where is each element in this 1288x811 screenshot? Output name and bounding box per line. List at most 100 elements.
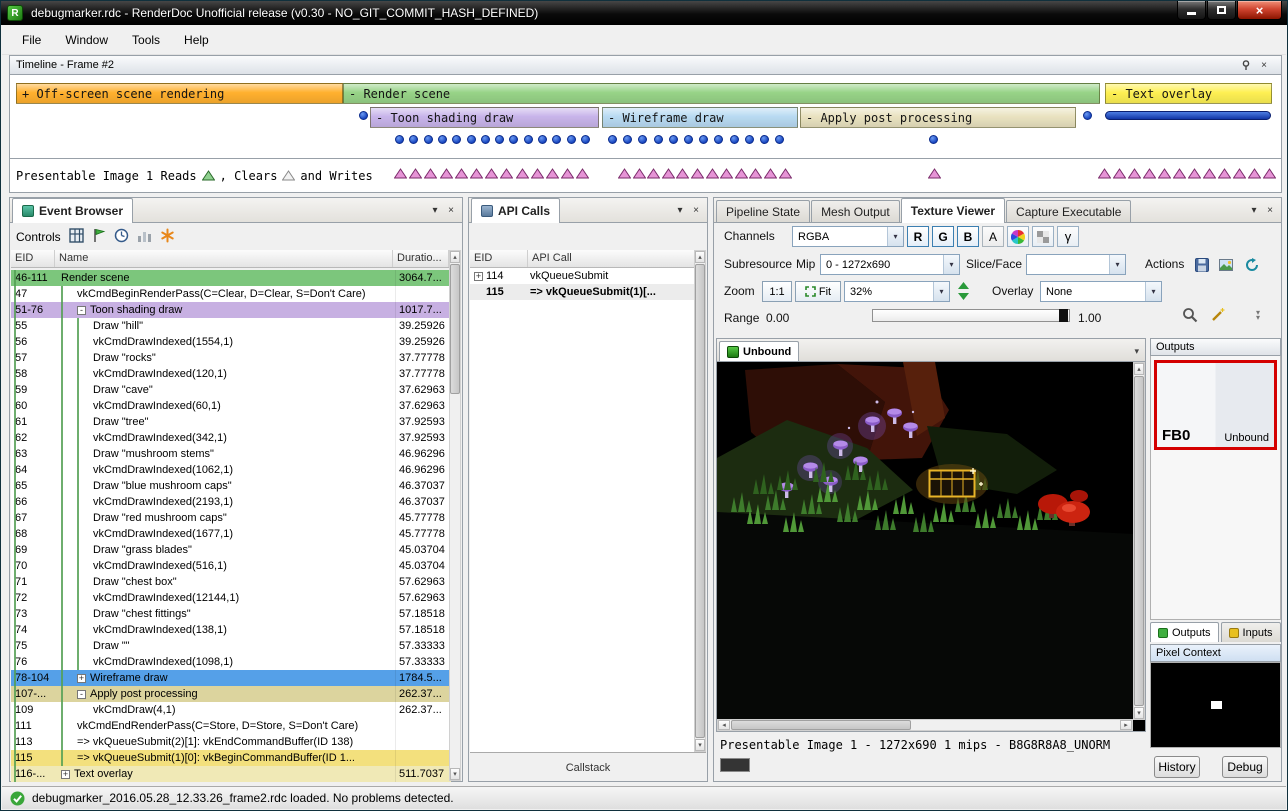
write-marker-icon[interactable] [470,168,483,179]
tab-api-calls[interactable]: API Calls [471,198,560,223]
right-panel-menu-icon[interactable]: ▾ [1246,203,1262,217]
draw-call-dot[interactable] [409,135,418,144]
draw-call-dot[interactable] [509,135,518,144]
fb0-thumbnail[interactable]: FB0 Unbound [1154,360,1277,450]
write-marker-icon[interactable] [394,168,407,179]
write-marker-icon[interactable] [676,168,689,179]
zoom-fit-button[interactable]: Fit [795,281,841,302]
slice-face-combo[interactable]: ▾ [1026,254,1126,275]
draw-call-dot[interactable] [775,135,784,144]
timeline-overlay-bar[interactable] [1105,111,1271,120]
histogram-wand-button[interactable] [1210,307,1226,326]
flag-icon[interactable] [92,228,106,246]
zoom-1to1-button[interactable]: 1:1 [762,281,792,302]
draw-call-dot[interactable] [608,135,617,144]
grid-icon[interactable] [69,228,84,246]
write-marker-icon[interactable] [1158,168,1171,179]
timeline-header[interactable]: Timeline - Frame #2 × [9,55,1282,75]
event-browser-scrollbar[interactable]: ▴ ▾ [449,250,461,781]
toolbar-overflow-icon[interactable]: ▾▾ [1256,310,1260,320]
timeline-block-wireframe[interactable]: - Wireframe draw [602,107,798,128]
api-call-row[interactable]: +114vkQueueSubmit [470,268,696,284]
texture-canvas[interactable]: ▴ ▾ ◂ ▸ [716,361,1146,732]
api-calls-close-icon[interactable]: × [688,203,704,217]
range-slider-thumb[interactable] [1059,309,1068,322]
write-marker-icon[interactable] [633,168,646,179]
event-row[interactable]: 107-...-Apply post processing262.37... [11,686,451,702]
scroll-down-icon[interactable]: ▾ [1134,707,1144,719]
draw-call-dot[interactable] [745,135,754,144]
write-marker-icon[interactable] [500,168,513,179]
draw-call-dot[interactable] [552,135,561,144]
event-row[interactable]: 116-...+Text overlay511.7037 [11,766,451,782]
write-marker-icon[interactable] [928,168,941,179]
tab-outputs[interactable]: Outputs [1150,622,1219,642]
draw-call-dot[interactable] [395,135,404,144]
timeline-block-text-overlay[interactable]: - Text overlay [1105,83,1272,104]
tree-expander[interactable]: + [77,674,86,683]
timeline-body[interactable]: + Off-screen scene rendering - Render sc… [9,75,1282,193]
draw-call-dot[interactable] [684,135,693,144]
write-marker-icon[interactable] [561,168,574,179]
color-wheel-button[interactable] [1007,226,1029,247]
clock-icon[interactable] [114,228,129,246]
write-marker-icon[interactable] [1263,168,1276,179]
draw-call-dot[interactable] [638,135,647,144]
write-marker-icon[interactable] [749,168,762,179]
history-button[interactable]: History [1154,756,1200,778]
menu-tools[interactable]: Tools [120,29,172,51]
write-marker-icon[interactable] [440,168,453,179]
close-button[interactable]: × [1237,1,1282,20]
channel-green-button[interactable]: G [932,226,954,247]
timeline-block-offscreen[interactable]: + Off-screen scene rendering [16,83,343,104]
draw-call-dot[interactable] [495,135,504,144]
draw-call-dot[interactable] [760,135,769,144]
scrollbar-thumb[interactable] [731,720,911,730]
event-row[interactable]: 113=> vkQueueSubmit(2)[1]: vkEndCommandB… [11,734,451,750]
tab-event-browser[interactable]: Event Browser [12,198,133,223]
draw-call-dot[interactable] [424,135,433,144]
draw-call-dot[interactable] [730,135,739,144]
channels-combo[interactable]: RGBA ▾ [792,226,904,247]
timeline-close-icon[interactable]: × [1256,58,1272,72]
scroll-up-icon[interactable]: ▴ [450,251,460,263]
title-bar[interactable]: R debugmarker.rdc - RenderDoc Unofficial… [1,1,1287,25]
chart-icon[interactable] [137,228,152,246]
write-marker-icon[interactable] [576,168,589,179]
timeline-block-render-scene[interactable]: - Render scene [343,83,1100,104]
write-marker-icon[interactable] [1188,168,1201,179]
draw-call-dot[interactable] [452,135,461,144]
event-browser-column-header[interactable]: EID Name Duratio... [11,250,461,268]
write-marker-icon[interactable] [1218,168,1231,179]
write-marker-icon[interactable] [1143,168,1156,179]
pin-icon[interactable] [1238,58,1254,72]
draw-call-dot[interactable] [524,135,533,144]
draw-call-dot[interactable] [359,111,368,120]
write-marker-icon[interactable] [1203,168,1216,179]
tab-capture-executable[interactable]: Capture Executable [1006,200,1131,222]
channel-blue-button[interactable]: B [957,226,979,247]
right-panel-close-icon[interactable]: × [1262,203,1278,217]
scroll-up-icon[interactable]: ▴ [1134,363,1144,375]
draw-call-dot[interactable] [623,135,632,144]
write-marker-icon[interactable] [546,168,559,179]
tab-texture-viewer[interactable]: Texture Viewer [901,198,1005,223]
write-marker-icon[interactable] [1173,168,1186,179]
write-marker-icon[interactable] [1233,168,1246,179]
texture-tab-dropdown-icon[interactable]: ▾ [1134,346,1145,361]
timeline-block-post-processing[interactable]: - Apply post processing [800,107,1076,128]
scroll-down-icon[interactable]: ▾ [450,768,460,780]
pixel-context-view[interactable] [1150,662,1281,748]
write-marker-icon[interactable] [485,168,498,179]
texture-image[interactable] [717,362,1133,719]
write-marker-icon[interactable] [409,168,422,179]
scroll-down-icon[interactable]: ▾ [695,739,705,751]
event-row[interactable]: 115=> vkQueueSubmit(1)[0]: vkBeginComman… [11,750,451,766]
gamma-button[interactable]: γ [1057,226,1079,247]
menu-help[interactable]: Help [172,29,221,51]
scrollbar-thumb[interactable] [1134,376,1144,706]
write-marker-icon[interactable] [647,168,660,179]
tab-inputs[interactable]: Inputs [1221,622,1281,642]
draw-call-dot[interactable] [538,135,547,144]
scroll-left-icon[interactable]: ◂ [718,720,730,730]
